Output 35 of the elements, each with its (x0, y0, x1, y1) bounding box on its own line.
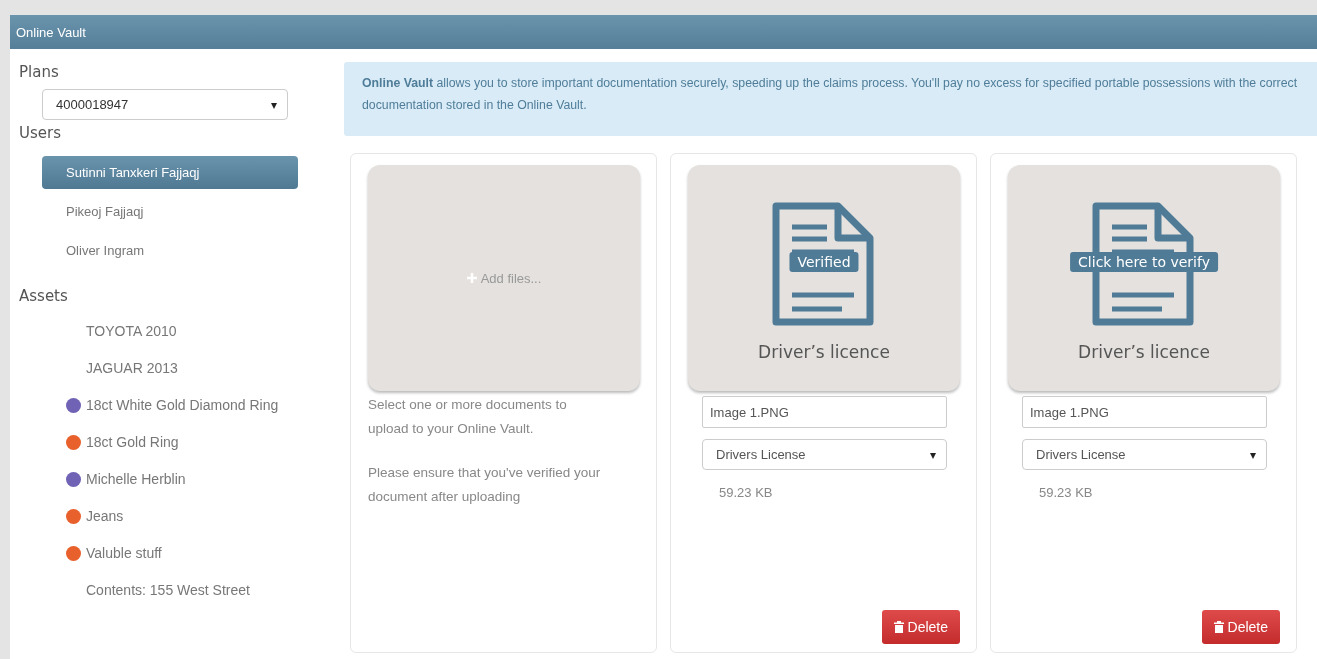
asset-item[interactable]: TOYOTA 2010 (86, 323, 177, 339)
trash-icon (893, 621, 904, 633)
file-size: 59.23 KB (1039, 485, 1094, 500)
document-title: Driver’s licence (758, 342, 890, 362)
plan-select[interactable]: 4000018947 ▾ (42, 89, 288, 120)
verify-badge[interactable]: Verified (789, 252, 859, 272)
users-heading: Users (19, 124, 62, 142)
assets-heading: Assets (19, 287, 69, 305)
plus-icon (466, 273, 477, 283)
user-item[interactable]: Oliver Ingram (42, 234, 298, 267)
asset-item[interactable]: Valuble stuff (86, 545, 162, 561)
asset-item[interactable]: JAGUAR 2013 (86, 360, 178, 376)
asset-item[interactable]: Michelle Herblin (86, 471, 186, 487)
trash-icon (1213, 621, 1224, 633)
upload-note: Select one or more documents to upload to your Online Vault. (368, 396, 568, 438)
delete-button[interactable]: Delete (1201, 610, 1280, 644)
info-message: Online Vault allows you to store important documentation securely, speeding up the claims process. You'll pay no excess for specified portable possessions with the correct documentation stored in the Online Vault. (344, 62, 1317, 136)
window-title: Online Vault (10, 15, 1317, 49)
user-item[interactable]: Pikeoj Fajjaqj (42, 195, 298, 228)
asset-item[interactable]: 18ct Gold Ring (86, 434, 179, 450)
asset-item[interactable]: Contents: 155 West Street (86, 582, 250, 598)
document-type-select[interactable]: Drivers License ▾ (702, 439, 947, 470)
filename-field[interactable]: Image 1.PNG (1022, 396, 1267, 428)
delete-button[interactable]: Delete (881, 610, 960, 644)
upload-note: Please ensure that you've verified your document after uploading (368, 464, 602, 506)
document-icon (772, 202, 876, 326)
asset-item[interactable]: 18ct White Gold Diamond Ring (86, 397, 279, 413)
user-item[interactable]: Sutinni Tanxkeri Fajjaqj (42, 156, 298, 189)
filename-field[interactable]: Image 1.PNG (702, 396, 947, 428)
file-size: 59.23 KB (719, 485, 774, 500)
asset-item[interactable]: Jeans (86, 508, 124, 524)
plans-heading: Plans (19, 63, 60, 81)
document-title: Driver’s licence (1078, 342, 1210, 362)
document-type-select[interactable]: Drivers License ▾ (1022, 439, 1267, 470)
verify-badge[interactable]: Click here to verify (1070, 252, 1218, 272)
